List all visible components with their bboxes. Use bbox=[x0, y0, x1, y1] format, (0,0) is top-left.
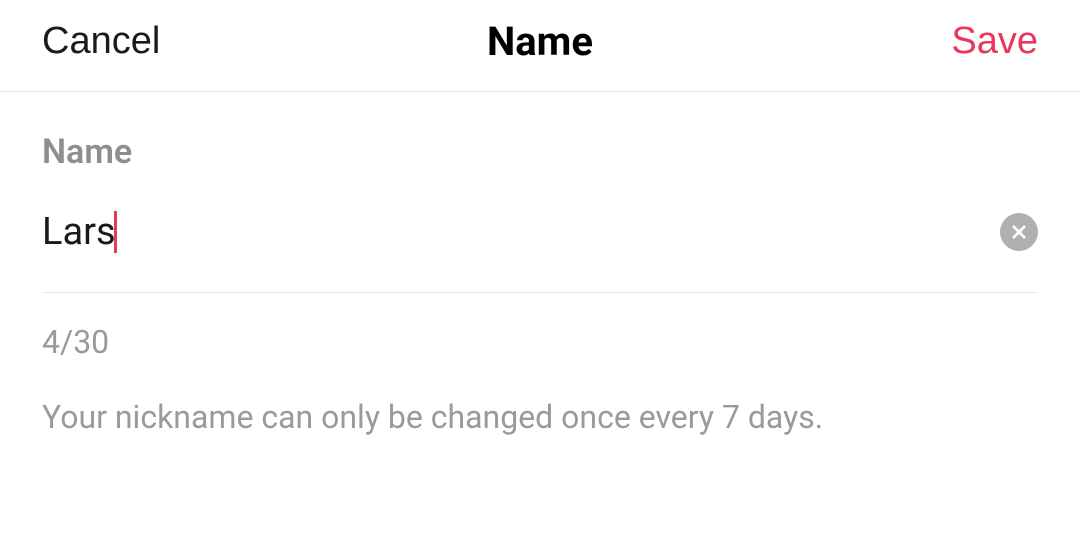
page-title: Name bbox=[487, 18, 593, 65]
header: Cancel Name Save bbox=[0, 0, 1080, 92]
clear-button[interactable] bbox=[1000, 213, 1038, 251]
name-input[interactable]: Lars bbox=[42, 210, 116, 254]
content-area: Name Lars 4/30 Your nickname can only be… bbox=[0, 92, 1080, 440]
hint-text: Your nickname can only be changed once e… bbox=[42, 395, 1038, 440]
input-wrap: Lars bbox=[42, 210, 117, 254]
field-label: Name bbox=[42, 132, 1038, 172]
char-counter: 4/30 bbox=[42, 323, 1038, 361]
cancel-button[interactable]: Cancel bbox=[42, 20, 160, 63]
text-cursor bbox=[114, 211, 117, 253]
close-icon bbox=[1010, 223, 1028, 241]
input-row: Lars bbox=[42, 210, 1038, 293]
save-button[interactable]: Save bbox=[951, 20, 1038, 63]
